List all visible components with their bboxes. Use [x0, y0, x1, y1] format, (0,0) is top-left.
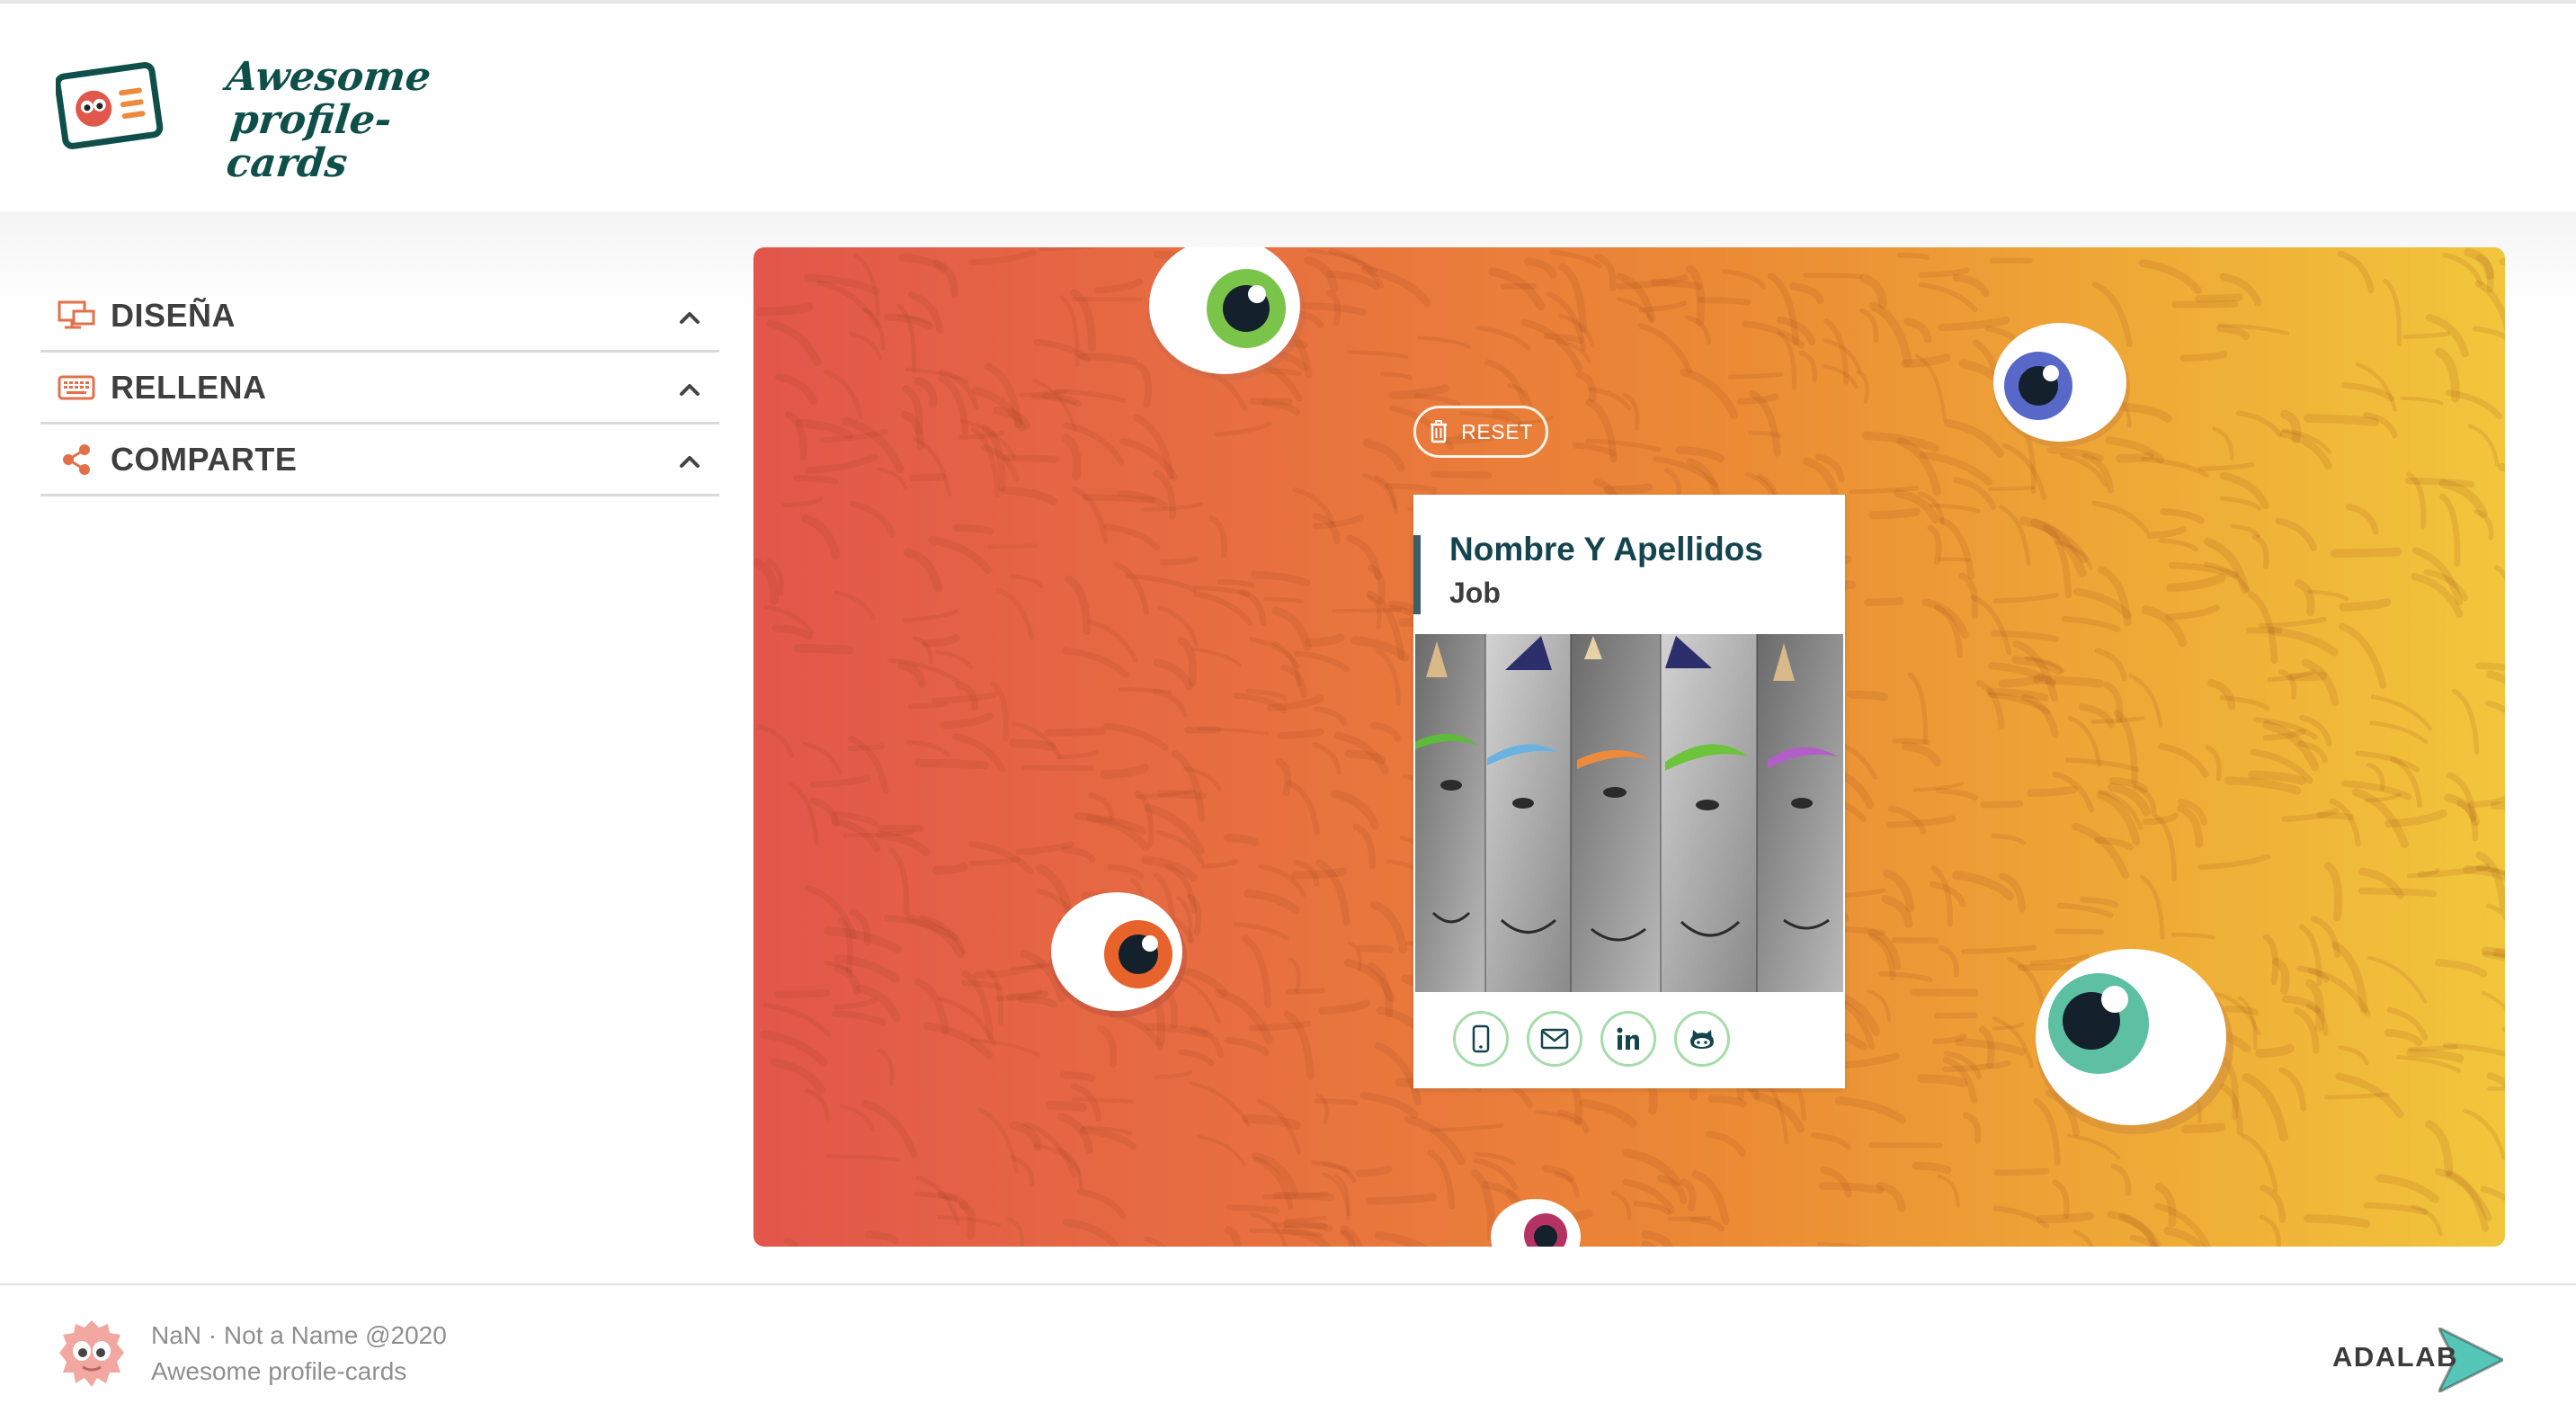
site-footer: NaN · Not a Name @2020 Awesome profile-c…: [0, 1283, 2576, 1422]
sidebar: DISEÑA RELLENA COMPARTE: [40, 281, 719, 496]
reset-label: RESET: [1461, 419, 1533, 443]
section-disena[interactable]: DISEÑA: [40, 281, 719, 353]
share-icon: [57, 440, 96, 479]
profile-card: Nombre Y Apellidos Job: [1413, 495, 1845, 1088]
section-rellena[interactable]: RELLENA: [40, 353, 719, 425]
card-name: Nombre Y Apellidos: [1449, 531, 1763, 568]
monster-eye-decoration: [1147, 247, 1306, 380]
section-title-comparte: COMPARTE: [111, 440, 298, 478]
trash-icon: [1429, 420, 1448, 443]
reset-button[interactable]: RESET: [1413, 406, 1548, 458]
monster-eye-decoration: [2036, 949, 2233, 1134]
phone-button[interactable]: [1453, 1011, 1509, 1067]
monster-eye-decoration: [1491, 1199, 1581, 1247]
phone-icon: [1472, 1024, 1490, 1053]
footer-credit-line: NaN · Not a Name @2020: [151, 1321, 447, 1349]
logo-card-icon: [56, 61, 164, 149]
monster-eye-decoration: [1993, 323, 2130, 447]
section-comparte[interactable]: COMPARTE: [40, 425, 719, 496]
github-button[interactable]: [1674, 1011, 1730, 1067]
keyboard-icon: [57, 368, 96, 407]
adalab-wordmark: ADALAB: [2332, 1341, 2458, 1373]
design-icon: [57, 296, 96, 335]
site-header: Awesome profile-cards: [0, 4, 2576, 211]
linkedin-icon: [1617, 1027, 1639, 1050]
footer-project-line: Awesome profile-cards: [151, 1357, 407, 1385]
logo-line-2: profile-cards: [224, 97, 394, 186]
card-photo: [1415, 634, 1843, 992]
social-links: [1453, 1011, 1730, 1067]
monster-eye-decoration: [1050, 892, 1187, 1017]
section-title-rellena: RELLENA: [111, 368, 267, 406]
chevron-up-icon[interactable]: [676, 376, 703, 403]
mail-icon: [1540, 1028, 1569, 1050]
chevron-up-icon[interactable]: [676, 448, 703, 475]
logo[interactable]: Awesome profile-cards: [56, 54, 433, 186]
card-preview-area: RESET Nombre Y Apellidos Job: [753, 247, 2505, 1247]
chevron-up-icon[interactable]: [676, 304, 703, 331]
card-job: Job: [1449, 577, 1501, 609]
linkedin-button[interactable]: [1600, 1011, 1656, 1067]
logo-line-1: Awesome: [224, 54, 433, 100]
logo-text: Awesome profile-cards: [156, 54, 440, 186]
monster-avatar-icon: [59, 1320, 124, 1387]
github-icon: [1690, 1030, 1714, 1049]
footer-credits: NaN · Not a Name @2020 Awesome profile-c…: [151, 1318, 447, 1390]
email-button[interactable]: [1527, 1011, 1582, 1067]
card-header: Nombre Y Apellidos Job: [1413, 495, 1845, 634]
adalab-logo[interactable]: ADALAB: [2332, 1328, 2503, 1392]
card-accent-bar: [1413, 535, 1421, 614]
section-title-disena: DISEÑA: [111, 296, 236, 334]
